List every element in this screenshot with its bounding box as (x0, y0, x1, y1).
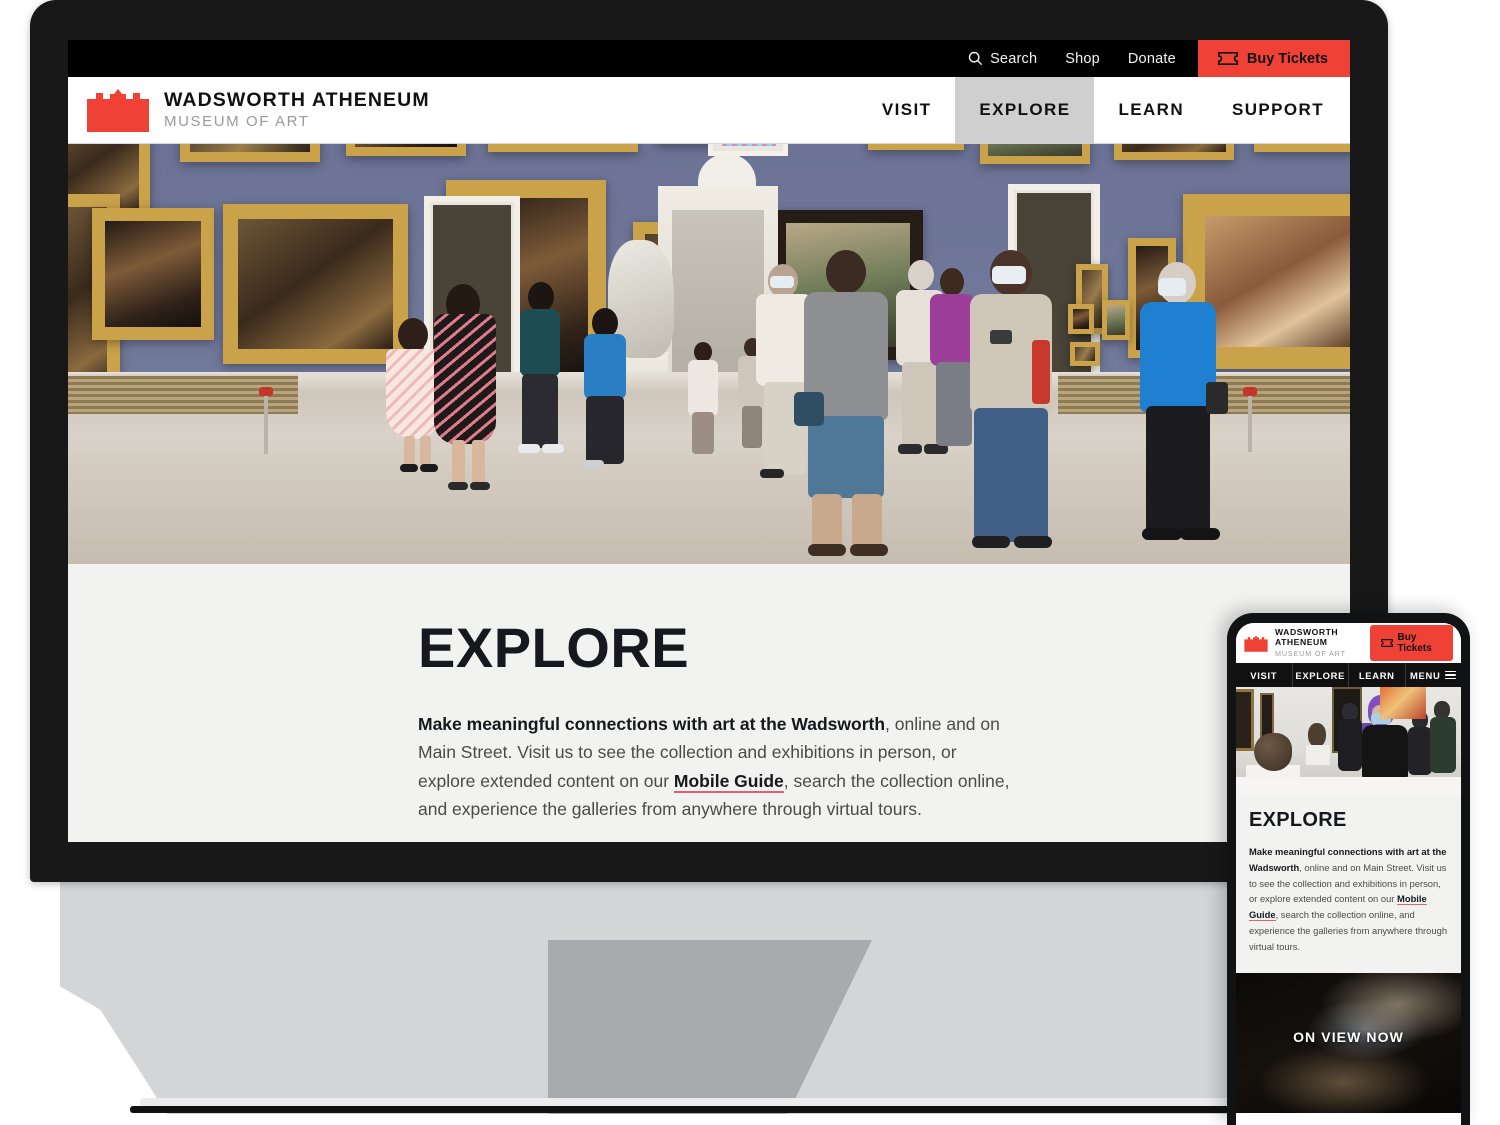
mobile-explore-text-part2: , search the collection online, and expe… (1249, 909, 1448, 952)
desktop-screen: Search Shop Donate Buy Tickets WADSWORTH… (68, 40, 1350, 842)
mobile-brand-text: WADSWORTH ATHENEUM MUSEUM OF ART (1275, 627, 1370, 658)
site-header: WADSWORTH ATHENEUM MUSEUM OF ART VISIT E… (68, 76, 1350, 144)
mobile-buy-tickets-label: Buy Tickets (1397, 632, 1432, 654)
nav-item-explore[interactable]: EXPLORE (955, 76, 1095, 144)
mobile-guide-link[interactable]: Mobile Guide (673, 770, 784, 793)
search-label: Search (990, 50, 1038, 67)
stanchion-left (259, 387, 273, 454)
phone-mockup: WADSWORTH ATHENEUM MUSEUM OF ART Buy Tic… (1227, 613, 1470, 1125)
buy-tickets-button[interactable]: Buy Tickets (1197, 40, 1350, 77)
brand-text: WADSWORTH ATHENEUM MUSEUM OF ART (164, 90, 430, 129)
mobile-nav-item-learn[interactable]: LEARN (1349, 663, 1406, 687)
hero-image-gallery-interior (68, 144, 1350, 564)
phone-screen: WADSWORTH ATHENEUM MUSEUM OF ART Buy Tic… (1236, 623, 1461, 1125)
mobile-explore-section: EXPLORE Make meaningful connections with… (1236, 795, 1461, 973)
monitor-base-shadow (130, 1106, 1320, 1113)
main-navigation: VISIT EXPLORE LEARN SUPPORT (858, 76, 1350, 144)
mobile-nav-item-explore[interactable]: EXPLORE (1293, 663, 1349, 687)
utility-bar: Search Shop Donate Buy Tickets (68, 40, 1350, 77)
mobile-brand-title: WADSWORTH ATHENEUM (1275, 627, 1339, 647)
mobile-nav-item-menu[interactable]: MENU (1406, 663, 1462, 687)
mobile-navigation: VISIT EXPLORE LEARN MENU (1236, 663, 1461, 687)
mobile-hero-image (1236, 687, 1461, 795)
explore-lead-bold: Make meaningful connections with art at … (418, 714, 886, 734)
ticket-icon (1380, 639, 1393, 647)
castle-logo-icon (87, 89, 149, 132)
shop-link[interactable]: Shop (1065, 51, 1100, 67)
explore-content: EXPLORE Make meaningful connections with… (418, 620, 1010, 823)
hamburger-icon (1445, 669, 1457, 682)
mobile-menu-label: MENU (1410, 669, 1441, 681)
screenshot-stage: Search Shop Donate Buy Tickets WADSWORTH… (0, 0, 1500, 1125)
search-link[interactable]: Search (968, 51, 1037, 67)
explore-paragraph: Make meaningful connections with art at … (418, 710, 1010, 823)
search-icon (968, 51, 983, 66)
brand-subtitle: MUSEUM OF ART (164, 112, 310, 130)
mobile-nav-item-visit[interactable]: VISIT (1236, 663, 1293, 687)
mobile-explore-paragraph: Make meaningful connections with art at … (1249, 844, 1448, 955)
desktop-monitor: Search Shop Donate Buy Tickets WADSWORTH… (30, 0, 1388, 882)
castle-logo-icon (1244, 635, 1268, 652)
explore-section: EXPLORE Make meaningful connections with… (68, 564, 1350, 842)
brand-logo[interactable]: WADSWORTH ATHENEUM MUSEUM OF ART (68, 87, 430, 133)
mobile-page-title: EXPLORE (1249, 809, 1347, 831)
ticket-icon (1217, 52, 1238, 65)
mobile-brand-logo[interactable]: WADSWORTH ATHENEUM MUSEUM OF ART (1244, 627, 1370, 658)
shop-label: Shop (1065, 50, 1100, 67)
nav-item-visit[interactable]: VISIT (858, 77, 956, 144)
page-title: EXPLORE (418, 616, 690, 679)
nav-item-learn[interactable]: LEARN (1094, 77, 1208, 144)
mobile-header: WADSWORTH ATHENEUM MUSEUM OF ART Buy Tic… (1236, 623, 1461, 663)
brand-title: WADSWORTH ATHENEUM (164, 89, 430, 112)
mobile-brand-subtitle: MUSEUM OF ART (1275, 648, 1346, 658)
on-view-now-label: ON VIEW NOW (1293, 1028, 1404, 1045)
nav-item-support[interactable]: SUPPORT (1208, 77, 1350, 144)
mobile-on-view-now-section[interactable]: ON VIEW NOW (1236, 972, 1461, 1113)
buy-tickets-label: Buy Tickets (1246, 50, 1328, 67)
mobile-buy-tickets-button[interactable]: Buy Tickets (1369, 625, 1453, 661)
donate-link[interactable]: Donate (1128, 51, 1176, 67)
donate-label: Donate (1127, 50, 1176, 67)
stanchion-right (1243, 387, 1257, 452)
